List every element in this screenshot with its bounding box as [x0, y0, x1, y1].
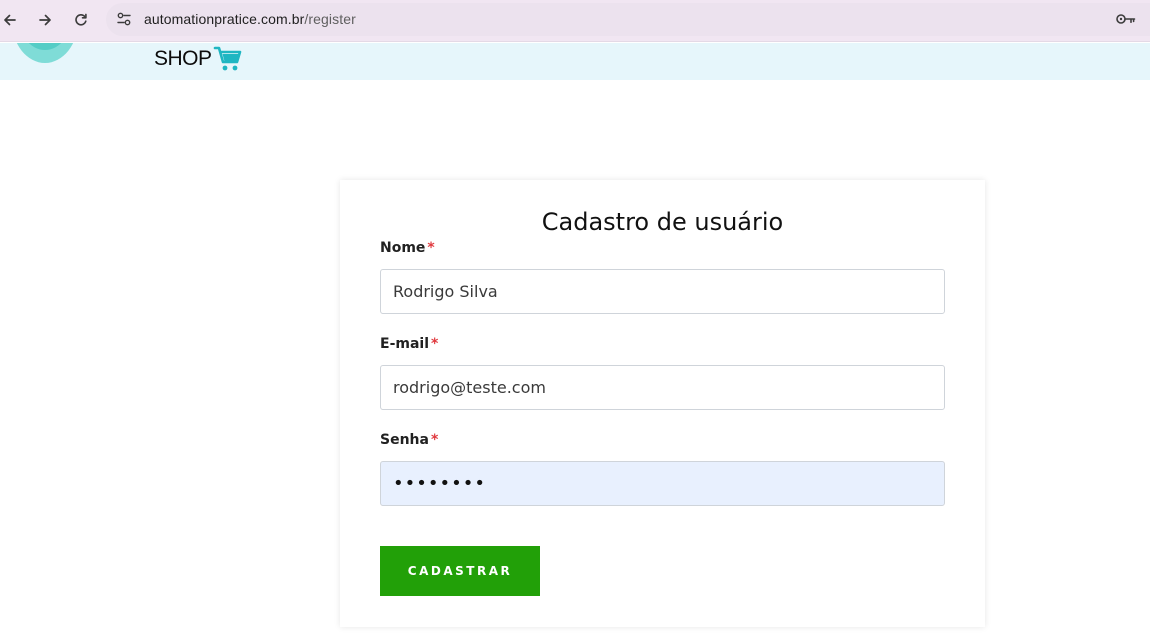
url-text: automationpratice.com.br/register [144, 11, 356, 27]
page-title: Cadastro de usuário [541, 208, 784, 236]
arrow-right-icon [39, 14, 51, 26]
password-label: Senha * [380, 432, 438, 448]
forward-button[interactable] [33, 8, 57, 32]
key-icon[interactable] [1116, 12, 1136, 26]
reload-icon [75, 13, 87, 26]
back-button[interactable] [0, 8, 22, 32]
shop-logo[interactable]: SHOP [154, 44, 243, 74]
reload-button[interactable] [69, 8, 93, 32]
password-label-text: Senha [380, 432, 429, 448]
password-input[interactable] [380, 461, 945, 506]
required-marker: * [430, 432, 439, 448]
name-label: Nome * [380, 240, 435, 256]
register-button[interactable]: CADASTRAR [380, 546, 540, 596]
address-bar[interactable]: automationpratice.com.br/register [106, 3, 1150, 36]
email-label: E-mail * [380, 336, 438, 352]
register-card: Cadastro de usuário Nome* E-mail* Senha*… [340, 180, 985, 627]
required-marker: * [427, 240, 435, 256]
tune-icon[interactable] [116, 11, 132, 27]
browser-toolbar: automationpratice.com.br/register [0, 0, 1150, 42]
logo-icon[interactable] [12, 43, 78, 64]
email-label-text: E-mail [380, 336, 430, 352]
url-path: /register [304, 11, 356, 27]
shop-text: SHOP [154, 47, 212, 70]
name-label-text: Nome [380, 240, 426, 256]
shopping-cart-icon [213, 46, 241, 71]
name-input[interactable] [380, 269, 945, 314]
arrow-left-icon [4, 14, 16, 26]
email-input[interactable] [380, 365, 945, 410]
url-domain: automationpratice.com.br [144, 11, 305, 27]
site-header: SHOP [0, 43, 1150, 80]
required-marker: * [431, 336, 439, 352]
